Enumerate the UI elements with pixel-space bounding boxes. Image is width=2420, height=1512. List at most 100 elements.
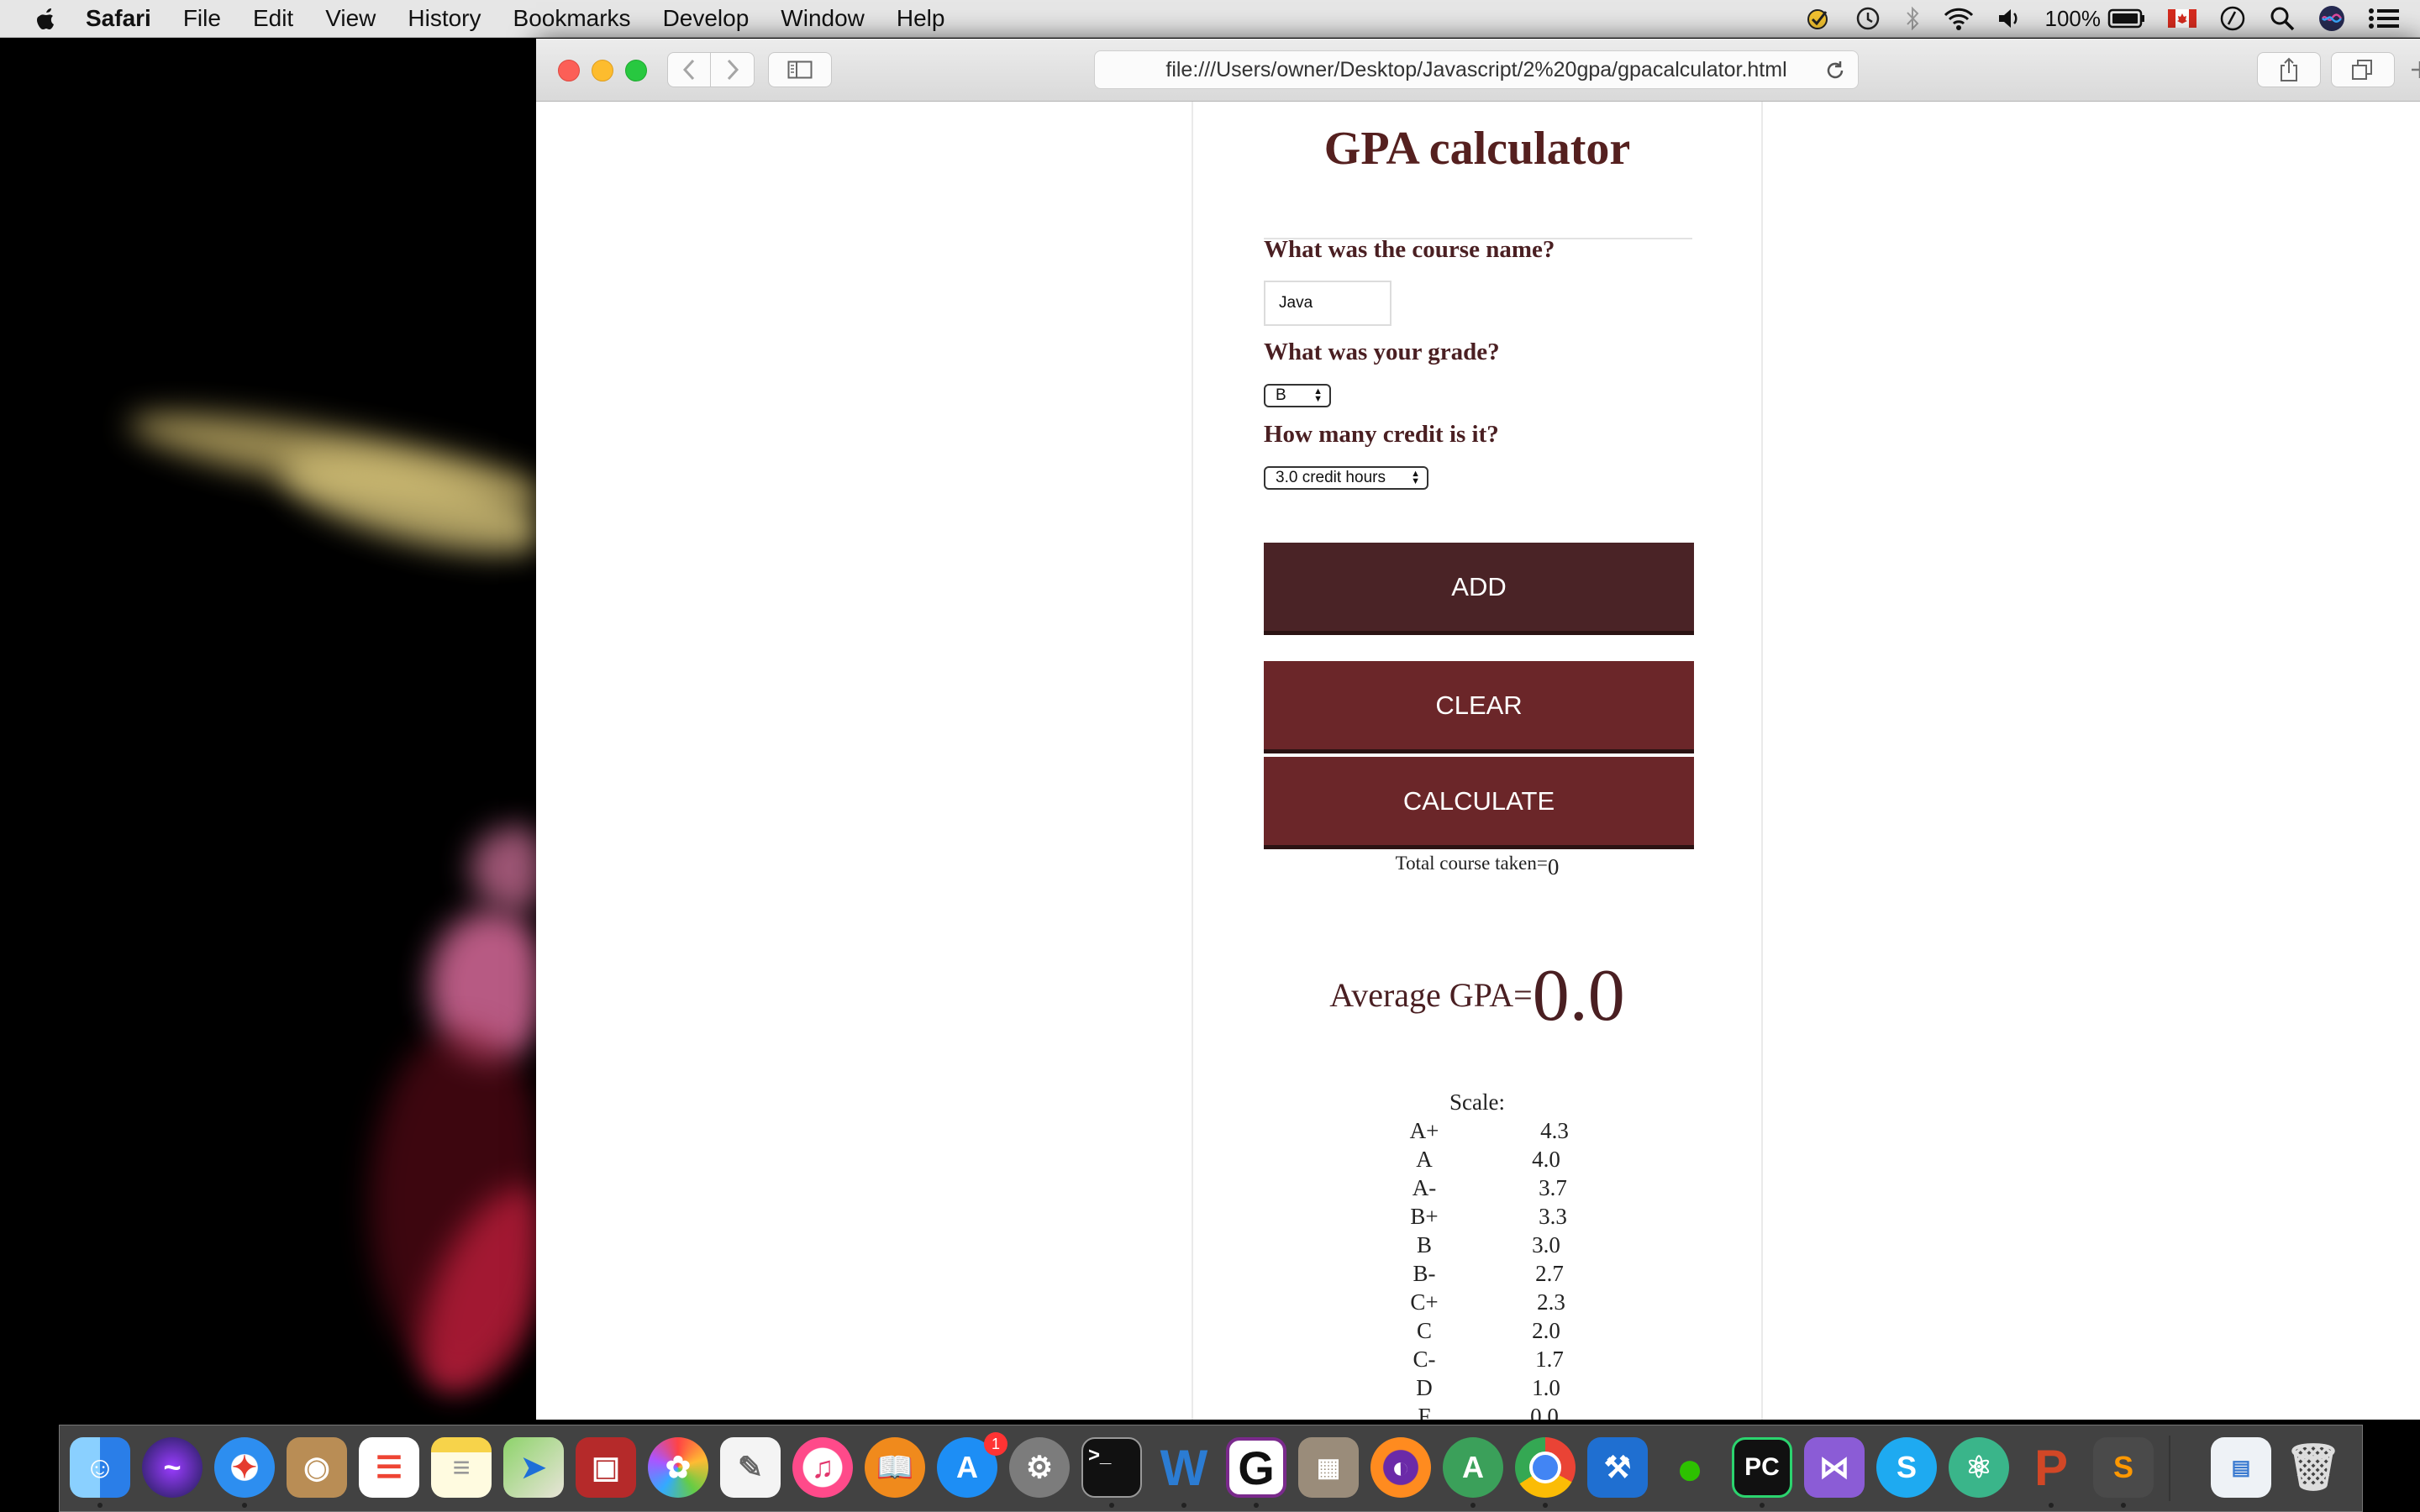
scale-grade: C- — [1413, 1347, 1436, 1372]
bluetooth-icon[interactable] — [1904, 5, 1921, 32]
show-tabs-button[interactable] — [2331, 52, 2395, 87]
menu-app-name[interactable]: Safari — [86, 5, 151, 32]
scale-grade: D — [1416, 1375, 1433, 1400]
menu-window[interactable]: Window — [781, 5, 865, 32]
menu-develop[interactable]: Develop — [663, 5, 750, 32]
skype-icon[interactable]: S — [1876, 1437, 1937, 1498]
menu-view[interactable]: View — [325, 5, 376, 32]
scale-grade: A — [1416, 1147, 1433, 1172]
scale-row: A+ 4.3 — [1395, 1118, 1580, 1147]
siri-icon[interactable]: ~ — [142, 1437, 203, 1498]
clear-button[interactable]: CLEAR — [1264, 661, 1694, 753]
credit-select-value: 3.0 credit hours — [1276, 469, 1386, 486]
time-machine-icon[interactable] — [1854, 4, 1882, 33]
average-gpa: Average GPA=0.0 — [1193, 940, 1761, 1037]
android-studio-icon[interactable]: A — [1443, 1437, 1503, 1498]
chrome-center — [1529, 1452, 1561, 1483]
add-button[interactable]: ADD — [1264, 543, 1694, 635]
sidebar-toggle-button[interactable] — [768, 52, 832, 87]
address-bar[interactable]: file:///Users/owner/Desktop/Javascript/2… — [1094, 50, 1859, 89]
total-courses-label: Total course taken= — [1395, 853, 1548, 874]
scale-row: B 3.0 — [1395, 1232, 1580, 1261]
gpa-card: GPA calculator What was the course name?… — [1192, 102, 1763, 1420]
zoom-window-button[interactable] — [625, 60, 647, 81]
scale-row: A 4.0 — [1395, 1147, 1580, 1175]
scale-value: 1.7 — [1535, 1347, 1564, 1372]
photos-icon[interactable]: ✿ — [648, 1437, 708, 1498]
dock: ☺ ~ ✦ ◉ ☰ ≡ ➤ ▣ ✿ ✎ ♫ 📖 A 1 ⚙ >_ W G ▦ ◐… — [59, 1425, 2363, 1512]
trash-icon[interactable]: 🗑 — [2283, 1437, 2344, 1498]
screenshot-folder-icon[interactable]: ▤ — [2211, 1437, 2271, 1498]
sidebar-icon — [787, 60, 813, 79]
scale-value: 4.0 — [1532, 1147, 1560, 1172]
scale-row: A- 3.7 — [1395, 1175, 1580, 1204]
back-button[interactable] — [667, 52, 711, 87]
menu-help[interactable]: Help — [897, 5, 945, 32]
dock-divider — [2169, 1436, 2170, 1501]
scale-value: 2.3 — [1537, 1289, 1565, 1315]
grade-label: What was your grade? — [1264, 339, 1500, 365]
running-indicator — [242, 1503, 247, 1508]
forward-button[interactable] — [711, 52, 755, 87]
atom-icon[interactable]: ⚛ — [1949, 1437, 2009, 1498]
scale-grade: A- — [1412, 1175, 1437, 1200]
notification-center-icon[interactable] — [2368, 7, 2400, 30]
total-courses-value: 0 — [1547, 854, 1560, 879]
menu-edit[interactable]: Edit — [253, 5, 293, 32]
reload-icon[interactable] — [1824, 60, 1846, 81]
running-indicator — [1254, 1503, 1259, 1508]
minimize-window-button[interactable] — [592, 60, 613, 81]
grade-select[interactable]: B ▲ ▼ — [1264, 384, 1331, 407]
close-window-button[interactable] — [558, 60, 580, 81]
scale-value: 3.0 — [1532, 1232, 1560, 1257]
grammarly-icon[interactable]: G — [1226, 1437, 1286, 1498]
page-title: GPA calculator — [1323, 123, 1631, 175]
powerpoint-icon[interactable]: P — [2021, 1437, 2081, 1498]
visual-studio-icon[interactable]: ⋈ — [1804, 1437, 1865, 1498]
reminders-icon[interactable]: ☰ — [359, 1437, 419, 1498]
finder-icon[interactable]: ☺ — [70, 1437, 130, 1498]
norton-icon[interactable] — [1805, 5, 1832, 32]
volume-icon[interactable] — [1996, 6, 2023, 31]
credit-select[interactable]: 3.0 credit hours ▲ ▼ — [1264, 466, 1428, 490]
notes-icon[interactable]: ≡ — [431, 1437, 492, 1498]
contacts-icon[interactable]: ◉ — [287, 1437, 347, 1498]
itunes-icon[interactable]: ♫ — [792, 1437, 853, 1498]
textedit-icon[interactable]: ✎ — [720, 1437, 781, 1498]
menu-history[interactable]: History — [408, 5, 481, 32]
safari-window: file:///Users/owner/Desktop/Javascript/2… — [536, 39, 2420, 1420]
course-name-input[interactable] — [1264, 281, 1392, 326]
safari-icon[interactable]: ✦ — [214, 1437, 275, 1498]
siri-icon[interactable] — [2317, 4, 2346, 33]
calculate-button[interactable]: CALCULATE — [1264, 757, 1694, 849]
battery-icon[interactable] — [2107, 8, 2146, 29]
pycharm-icon[interactable]: PC — [1732, 1437, 1792, 1498]
chrome-icon[interactable] — [1515, 1437, 1576, 1498]
system-preferences-icon[interactable]: ⚙ — [1009, 1437, 1070, 1498]
word-icon[interactable]: W — [1154, 1437, 1214, 1498]
share-button[interactable] — [2257, 52, 2321, 87]
xcode-icon[interactable]: ⚒ — [1587, 1437, 1648, 1498]
terminal-icon[interactable]: >_ — [1081, 1437, 1142, 1498]
sublime-icon[interactable]: S — [2093, 1437, 2154, 1498]
menu-bookmarks[interactable]: Bookmarks — [513, 5, 631, 32]
wifi-icon[interactable] — [1943, 6, 1975, 31]
ibooks-icon[interactable]: 📖 — [865, 1437, 925, 1498]
wechat-icon[interactable]: ● — [1660, 1437, 1720, 1498]
maps-icon[interactable]: ➤ — [503, 1437, 564, 1498]
photo-booth-icon[interactable]: ▣ — [576, 1437, 636, 1498]
canada-flag-icon[interactable] — [2168, 9, 2196, 28]
browser-toolbar: file:///Users/owner/Desktop/Javascript/2… — [536, 39, 2420, 102]
new-tab-button[interactable] — [2403, 50, 2420, 89]
apple-icon[interactable] — [35, 6, 57, 31]
battery-percent[interactable]: 100% — [2045, 6, 2102, 32]
menu-file[interactable]: File — [183, 5, 221, 32]
scale-row: B- 2.7 — [1395, 1261, 1580, 1289]
istat-icon[interactable] — [2218, 4, 2247, 33]
running-indicator — [2049, 1503, 2054, 1508]
scale-grade: B- — [1413, 1261, 1436, 1286]
calculator-icon[interactable]: ▦ — [1298, 1437, 1359, 1498]
spotlight-search-icon[interactable] — [2269, 5, 2296, 32]
firefox-icon[interactable]: ◐ — [1370, 1437, 1431, 1498]
share-icon — [2281, 57, 2297, 81]
